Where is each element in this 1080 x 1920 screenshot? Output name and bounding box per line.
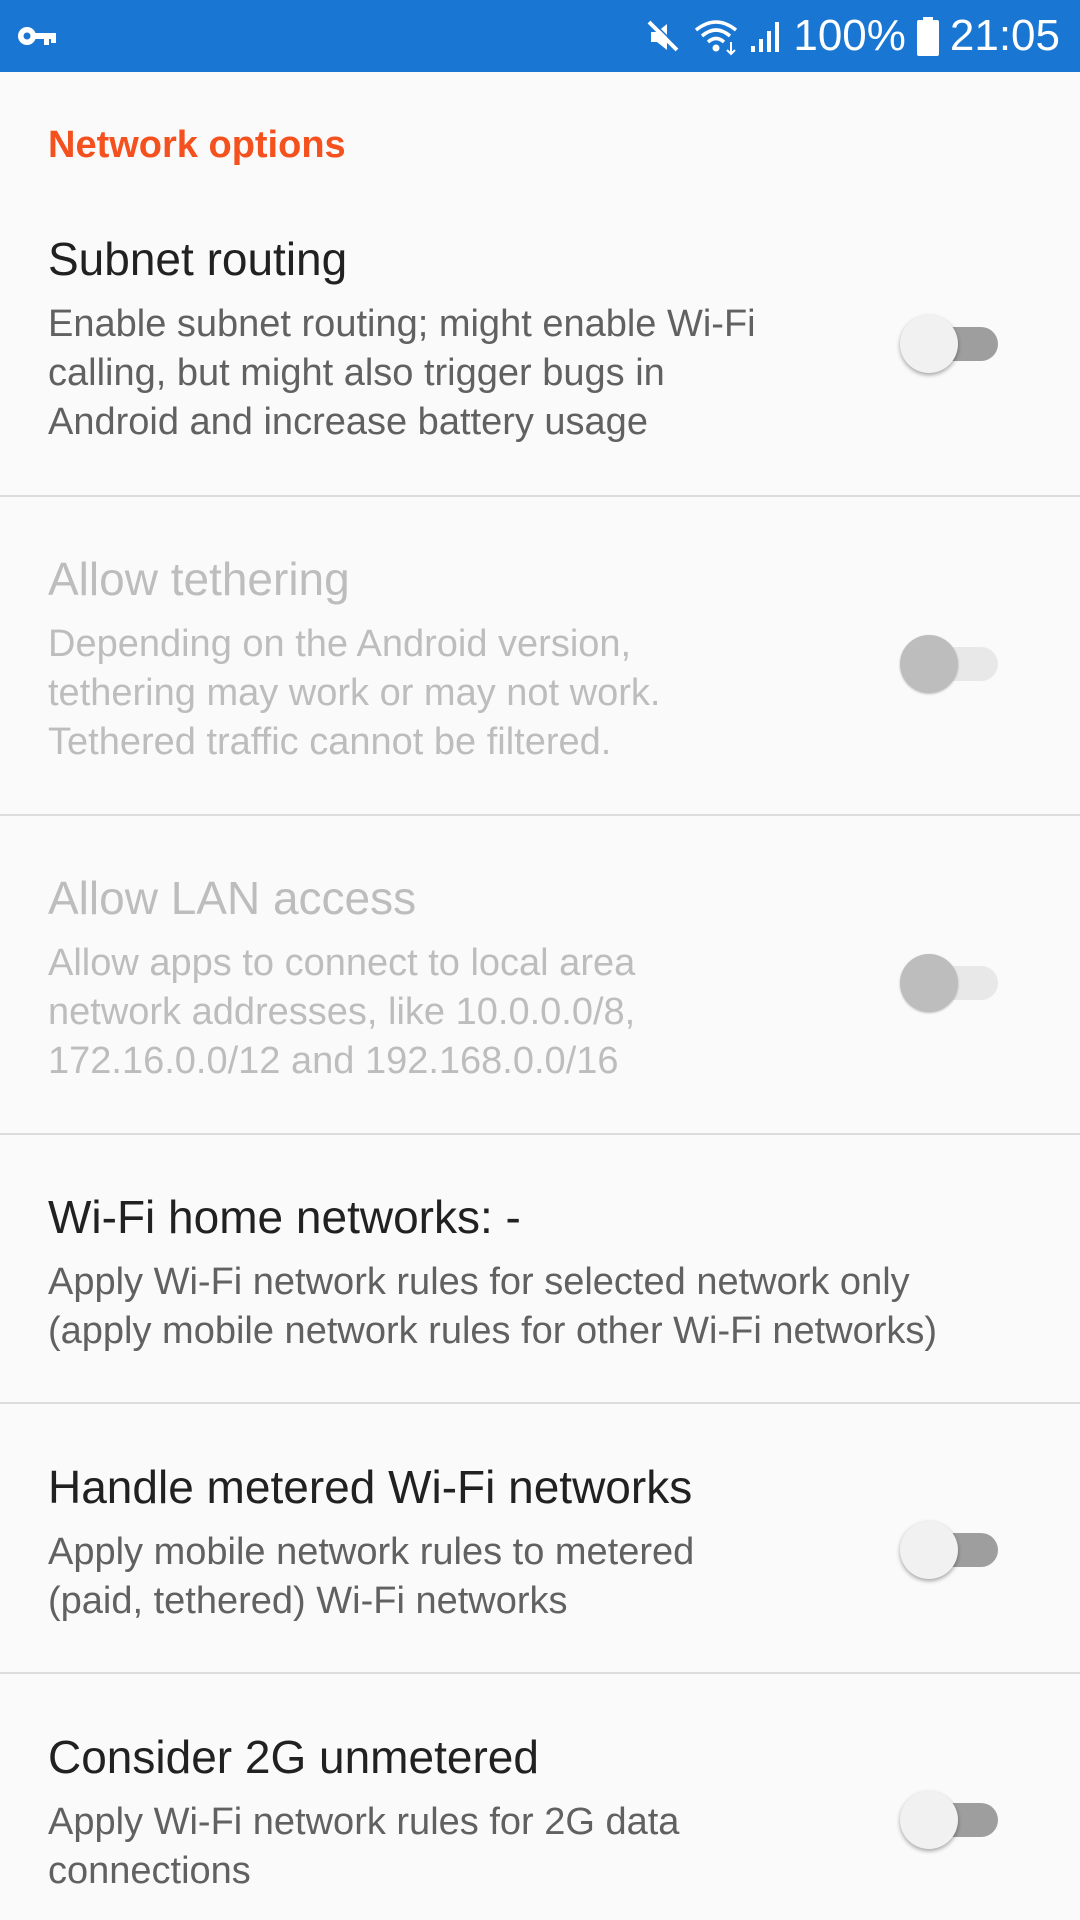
wifi-icon <box>695 20 738 56</box>
pref-subnet-routing[interactable]: Subnet routing Enable subnet routing; mi… <box>0 232 1080 568</box>
allow-lan-access-switch <box>900 953 1000 1013</box>
pref-summary: Allow apps to connect to local area netw… <box>48 942 636 1082</box>
consider-2g-unmetered-switch[interactable] <box>900 1790 1000 1850</box>
divider <box>0 1402 1080 1404</box>
mute-icon <box>647 19 680 52</box>
pref-title: Wi-Fi home networks: - <box>48 1191 521 1243</box>
status-bar: 100% 21:05 <box>0 0 1080 72</box>
divider <box>0 1133 1080 1135</box>
pref-title: Allow tethering <box>48 553 350 605</box>
status-icons: 100% 21:05 <box>643 0 1060 72</box>
category-network-options: Network options <box>48 124 346 166</box>
subnet-routing-switch[interactable] <box>900 314 1000 374</box>
divider <box>0 1672 1080 1674</box>
pref-title: Subnet routing <box>48 233 348 285</box>
clock: 21:05 <box>949 11 1060 60</box>
pref-title: Handle metered Wi-Fi networks <box>48 1461 693 1513</box>
switch-thumb <box>900 635 958 693</box>
switch-thumb <box>900 1791 958 1849</box>
signal-icon <box>751 22 780 52</box>
pref-summary: Enable subnet routing; might enable Wi-F… <box>48 303 756 443</box>
pref-summary: Apply mobile network rules to metered (p… <box>48 1531 695 1622</box>
switch-thumb <box>900 954 958 1012</box>
switch-thumb <box>900 315 958 373</box>
pref-title: Allow LAN access <box>48 872 417 924</box>
pref-summary: Depending on the Android version, tether… <box>48 623 661 763</box>
battery-percent: 100% <box>793 11 906 60</box>
allow-tethering-switch <box>900 634 1000 694</box>
handle-metered-wifi-switch[interactable] <box>900 1520 1000 1580</box>
switch-thumb <box>900 1521 958 1579</box>
vpn-key-icon <box>18 27 56 45</box>
pref-title: Consider 2G unmetered <box>48 1731 539 1783</box>
pref-summary: Apply Wi-Fi network rules for selected n… <box>48 1261 938 1352</box>
pref-summary: Apply Wi-Fi network rules for 2G data co… <box>48 1801 680 1892</box>
divider <box>0 495 1080 497</box>
battery-icon <box>916 17 939 56</box>
divider <box>0 814 1080 816</box>
